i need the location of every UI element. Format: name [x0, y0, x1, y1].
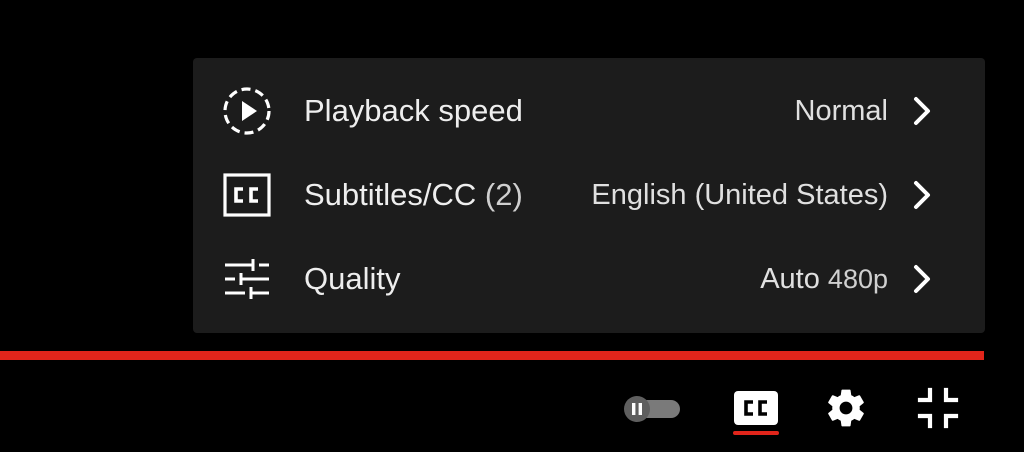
- chevron-right-icon: [914, 181, 930, 209]
- subtitles-icon: [221, 169, 273, 221]
- settings-menu: Playback speed Normal Subtitles/CC (2) E…: [193, 58, 985, 333]
- menu-item-playback-speed[interactable]: Playback speed Normal: [193, 69, 985, 153]
- menu-item-label: Subtitles/CC (2): [304, 177, 523, 212]
- menu-item-quality[interactable]: Quality Auto 480p: [193, 237, 985, 321]
- subtitles-button[interactable]: [730, 384, 782, 436]
- gear-icon: [824, 386, 868, 435]
- autoplay-toggle[interactable]: [624, 396, 680, 422]
- subtitles-icon: [733, 390, 779, 431]
- chevron-right-icon: [914, 265, 930, 293]
- menu-item-value: Normal: [794, 94, 888, 127]
- subtitles-active-indicator: [733, 431, 779, 435]
- playback-speed-icon: [221, 85, 273, 137]
- exit-fullscreen-icon: [916, 386, 960, 435]
- progress-fill: [0, 351, 984, 360]
- menu-item-label: Playback speed: [304, 93, 523, 128]
- menu-item-value: Auto 480p: [760, 262, 888, 295]
- quality-resolution: 480p: [827, 263, 888, 294]
- progress-bar[interactable]: [0, 351, 984, 360]
- quality-sliders-icon: [221, 253, 273, 305]
- player-controls: [0, 380, 1024, 440]
- exit-fullscreen-button[interactable]: [912, 384, 964, 436]
- video-player: Playback speed Normal Subtitles/CC (2) E…: [0, 0, 1024, 452]
- chevron-right-icon: [914, 97, 930, 125]
- menu-item-label: Quality: [304, 261, 401, 296]
- menu-item-subtitles[interactable]: Subtitles/CC (2) English (United States): [193, 153, 985, 237]
- settings-button[interactable]: [820, 384, 872, 436]
- menu-item-value: English (United States): [591, 178, 888, 211]
- subtitle-track-count: (2): [484, 177, 523, 212]
- pause-icon: [624, 396, 650, 422]
